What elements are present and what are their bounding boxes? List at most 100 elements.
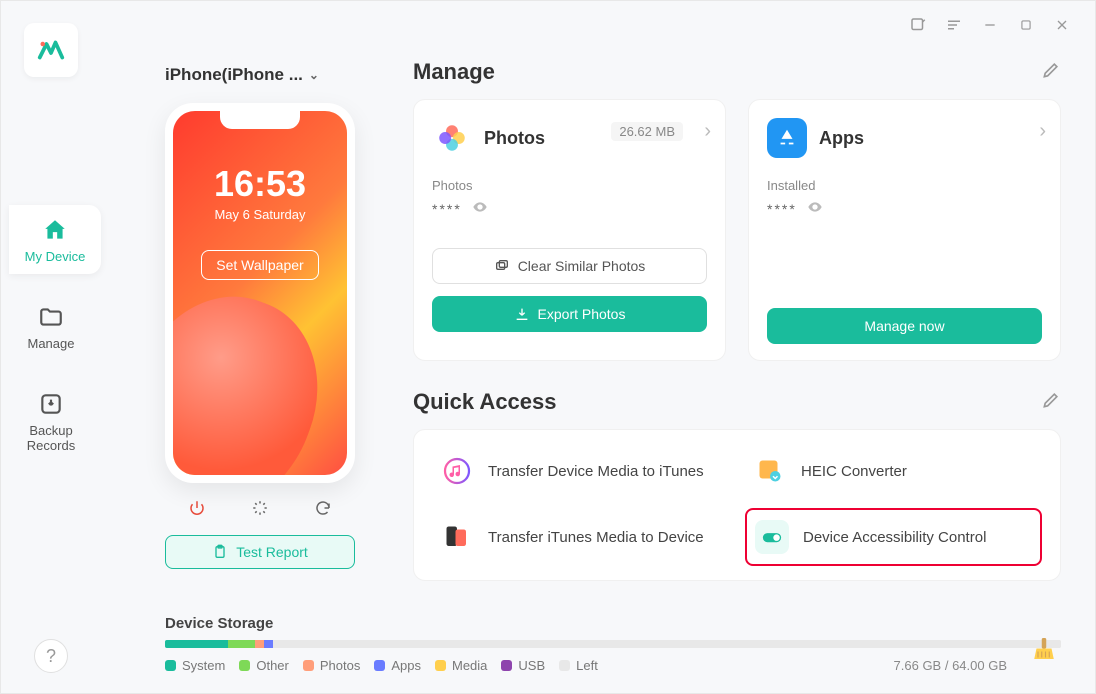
quick-label: HEIC Converter <box>801 463 907 480</box>
card-sublabel: Installed <box>767 178 1042 193</box>
apps-card: Apps › Installed **** Manage now <box>748 99 1061 361</box>
legend-label: System <box>182 658 225 673</box>
quick-label: Device Accessibility Control <box>803 529 986 546</box>
card-title: Photos <box>484 128 545 149</box>
legend-label: Apps <box>391 658 421 673</box>
test-report-label: Test Report <box>236 544 308 560</box>
swatch <box>165 660 176 671</box>
legend-system: System <box>165 658 225 673</box>
legend-photos: Photos <box>303 658 360 673</box>
eye-icon[interactable] <box>472 199 488 218</box>
legend-label: Left <box>576 658 598 673</box>
quick-accessibility-control[interactable]: Device Accessibility Control <box>745 508 1042 566</box>
chevron-right-icon[interactable]: › <box>1039 120 1046 143</box>
cleanup-icon[interactable] <box>1027 633 1061 667</box>
backup-icon <box>12 391 90 417</box>
legend-label: USB <box>518 658 545 673</box>
quick-grid: Transfer Device Media to iTunes HEIC Con… <box>413 429 1061 581</box>
legend-left: Left <box>559 658 598 673</box>
legend-label: Media <box>452 658 487 673</box>
help-button[interactable]: ? <box>34 639 68 673</box>
sidebar-nav: My Device Manage Backup Records <box>1 205 101 463</box>
device-selector[interactable]: iPhone(iPhone ... ⌄ <box>165 59 375 91</box>
appstore-icon <box>767 118 807 158</box>
legend-other: Other <box>239 658 289 673</box>
devices-icon <box>440 520 474 554</box>
swatch <box>374 660 385 671</box>
photos-count-masked: **** <box>432 201 462 217</box>
phone-notch <box>220 111 300 129</box>
storage-bar <box>165 640 1061 648</box>
storage-section: Device Storage System Other Photos Apps Medi… <box>165 615 1061 673</box>
storage-seg-photos <box>255 640 264 648</box>
toggle-icon <box>755 520 789 554</box>
sidebar-item-label: Backup Records <box>27 423 75 453</box>
legend-apps: Apps <box>374 658 421 673</box>
refresh-icon[interactable] <box>304 493 342 523</box>
sidebar-item-my-device[interactable]: My Device <box>9 205 101 274</box>
storage-summary: 7.66 GB / 64.00 GB <box>894 658 1007 673</box>
section-title: Quick Access <box>413 389 557 415</box>
quick-transfer-to-device[interactable]: Transfer iTunes Media to Device <box>432 508 729 566</box>
layers-icon <box>494 258 510 274</box>
storage-seg-other <box>228 640 255 648</box>
clear-similar-button[interactable]: Clear Similar Photos <box>432 248 707 284</box>
button-label: Export Photos <box>538 306 626 322</box>
photos-app-icon <box>432 118 472 158</box>
photos-size-badge: 26.62 MB <box>611 122 683 141</box>
loading-icon[interactable] <box>241 493 279 523</box>
storage-title: Device Storage <box>165 615 1061 632</box>
swatch <box>239 660 250 671</box>
quick-label: Transfer Device Media to iTunes <box>488 463 704 480</box>
content-area: Manage Photos 26.62 MB › Photos **** Cle… <box>413 59 1061 581</box>
section-title: Manage <box>413 59 495 85</box>
legend-usb: USB <box>501 658 545 673</box>
swatch <box>435 660 446 671</box>
power-icon[interactable] <box>178 493 216 523</box>
sidebar-item-label: Manage <box>28 336 75 351</box>
main-area: iPhone(iPhone ... ⌄ 16:53 May 6 Saturday… <box>101 1 1095 693</box>
legend-media: Media <box>435 658 487 673</box>
edit-icon[interactable] <box>1041 60 1061 85</box>
quick-heic-converter[interactable]: HEIC Converter <box>745 444 1042 498</box>
download-icon <box>514 306 530 322</box>
chevron-right-icon[interactable]: › <box>704 120 711 143</box>
button-label: Clear Similar Photos <box>518 258 646 274</box>
device-column: iPhone(iPhone ... ⌄ 16:53 May 6 Saturday… <box>165 59 375 569</box>
quick-header: Quick Access <box>413 389 1061 415</box>
edit-icon[interactable] <box>1041 390 1061 415</box>
export-photos-button[interactable]: Export Photos <box>432 296 707 332</box>
wallpaper-shape <box>173 271 345 475</box>
card-sublabel: Photos <box>432 178 707 193</box>
clipboard-icon <box>212 544 228 560</box>
card-title: Apps <box>819 128 864 149</box>
sidebar-item-label: My Device <box>25 249 86 264</box>
manage-apps-button[interactable]: Manage now <box>767 308 1042 344</box>
swatch <box>501 660 512 671</box>
storage-seg-system <box>165 640 228 648</box>
manage-cards: Photos 26.62 MB › Photos **** Clear Simi… <box>413 99 1061 361</box>
phone-actions <box>165 493 355 523</box>
photos-card: Photos 26.62 MB › Photos **** Clear Simi… <box>413 99 726 361</box>
home-icon <box>13 217 97 243</box>
chevron-down-icon: ⌄ <box>309 68 319 82</box>
legend-label: Photos <box>320 658 360 673</box>
quick-transfer-to-itunes[interactable]: Transfer Device Media to iTunes <box>432 444 729 498</box>
itunes-icon <box>440 454 474 488</box>
storage-seg-left <box>273 640 1061 648</box>
set-wallpaper-button[interactable]: Set Wallpaper <box>201 250 318 280</box>
card-value: **** <box>432 199 707 218</box>
manage-header: Manage <box>413 59 1061 85</box>
test-report-button[interactable]: Test Report <box>165 535 355 569</box>
swatch <box>559 660 570 671</box>
phone-time: 16:53 <box>173 163 347 205</box>
storage-seg-apps <box>264 640 273 648</box>
phone-date: May 6 Saturday <box>173 207 347 222</box>
phone-preview: 16:53 May 6 Saturday Set Wallpaper <box>165 103 355 483</box>
sidebar-item-manage[interactable]: Manage <box>8 292 94 361</box>
sidebar-item-backup[interactable]: Backup Records <box>8 379 94 463</box>
app-logo <box>24 23 78 77</box>
button-label: Manage now <box>864 318 944 334</box>
quick-access-section: Quick Access Transfer Device Media to iT… <box>413 389 1061 581</box>
eye-icon[interactable] <box>807 199 823 218</box>
